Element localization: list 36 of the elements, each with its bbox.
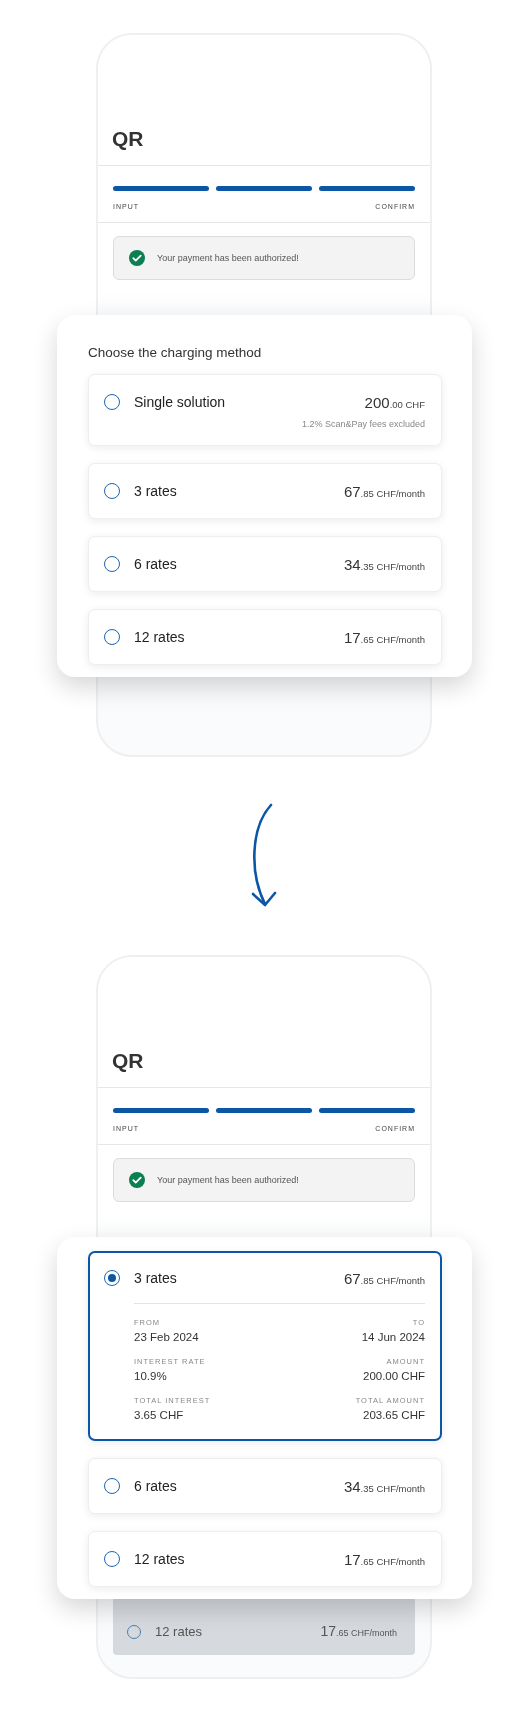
panel-heading: Choose the charging method [88, 345, 263, 360]
price-text: 67.85 CHF/month [343, 482, 425, 500]
option-label: 12 rates [134, 1551, 186, 1567]
detail-value: 10.9% [134, 1370, 167, 1382]
detail-value: 14 Jun 2024 [361, 1331, 425, 1343]
option-card[interactable]: 12 rates 17.65 CHF/month [88, 609, 442, 665]
check-circle-icon [129, 1172, 145, 1188]
price-text: 34.35 CHF/month [343, 1477, 425, 1495]
option-label: 6 rates [134, 1478, 178, 1494]
price-text: 17.65 CHF/month [320, 1623, 397, 1639]
screen-title: QR [112, 1049, 144, 1073]
price-text: 67.85 CHF/month [343, 1269, 425, 1287]
detail-value: 200.00 CHF [363, 1370, 425, 1382]
alert-text: Your payment has been authorized! [157, 253, 299, 263]
option-card[interactable]: 6 rates 34.35 CHF/month [88, 1458, 442, 1514]
detail-value: 3.65 CHF [134, 1409, 184, 1421]
detail-value: 23 Feb 2024 [134, 1331, 199, 1343]
detail-value: 203.65 CHF [363, 1409, 425, 1421]
option-card[interactable]: 6 rates 34.35 CHF/month [88, 536, 442, 592]
option-card[interactable]: 12 rates 17.65 CHF/month [88, 1531, 442, 1587]
check-circle-icon [129, 250, 145, 266]
price-text: 17.65 CHF/month [343, 1550, 425, 1568]
screen-title: QR [112, 127, 144, 151]
option-card[interactable]: Single solution 200.00 CHF 1.2% Scan&Pay fees excluded [88, 374, 442, 446]
price-text: 200.00 CHF [364, 393, 425, 411]
option-label: 3 rates [134, 483, 178, 499]
fee-note: 1.2% Scan&Pay fees excluded [300, 419, 425, 429]
price-text: 17.65 CHF/month [343, 628, 425, 646]
alert-text: Your payment has been authorized! [157, 1175, 299, 1185]
option-label: 3 rates [134, 1270, 178, 1286]
option-label: Single solution [134, 394, 227, 410]
option-label: 6 rates [134, 556, 178, 572]
option-card[interactable]: 3 rates 67.85 CHF/month [88, 463, 442, 519]
price-text: 34.35 CHF/month [343, 555, 425, 573]
option-label: 12 rates [155, 1624, 203, 1639]
option-label: 12 rates [134, 629, 186, 645]
